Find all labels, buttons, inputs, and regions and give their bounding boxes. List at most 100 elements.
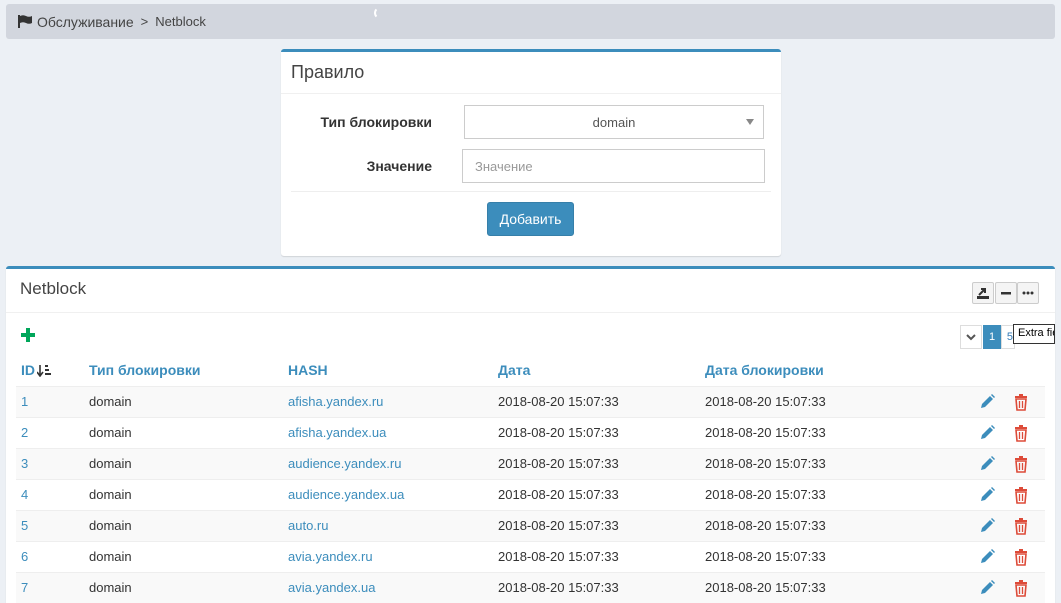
cell-actions <box>970 509 1045 541</box>
loading-spinner-icon <box>374 7 386 19</box>
cell-id[interactable]: 2 <box>16 416 84 448</box>
collapse-button[interactable] <box>995 282 1017 304</box>
cell-hash: auto.ru <box>283 509 493 541</box>
value-input[interactable] <box>462 149 765 183</box>
column-header-date[interactable]: Дата <box>493 354 700 387</box>
cell-hash: avia.yandex.ua <box>283 571 493 603</box>
cell-block-type: domain <box>84 447 283 479</box>
cell-id[interactable]: 3 <box>16 447 84 479</box>
chevron-down-icon <box>746 119 754 125</box>
cell-date: 2018-08-20 15:07:33 <box>493 540 700 572</box>
row-id-link[interactable]: 6 <box>21 549 28 564</box>
cell-block-type: domain <box>84 509 283 541</box>
cell-actions <box>970 571 1045 603</box>
flag-icon <box>18 15 32 28</box>
breadcrumb-current: Netblock <box>155 14 206 29</box>
row-id-link[interactable]: 3 <box>21 456 28 471</box>
row-id-link[interactable]: 7 <box>21 580 28 595</box>
cell-block-type: domain <box>84 478 283 510</box>
cell-hash: audience.yandex.ru <box>283 447 493 479</box>
row-id-link[interactable]: 4 <box>21 487 28 502</box>
cell-block-date: 2018-08-20 15:07:33 <box>700 416 970 448</box>
cell-id[interactable]: 5 <box>16 509 84 541</box>
cell-block-type: domain <box>84 416 283 448</box>
column-header-block-date[interactable]: Дата блокировки <box>700 354 970 387</box>
delete-trash-icon[interactable] <box>1012 424 1030 442</box>
row-id-link[interactable]: 5 <box>21 518 28 533</box>
cell-hash: avia.yandex.ru <box>283 540 493 572</box>
table-row: 6 domain avia.yandex.ru 2018-08-20 15:07:33… <box>16 540 1045 572</box>
export-button[interactable] <box>972 282 994 304</box>
delete-trash-icon[interactable] <box>1012 579 1030 597</box>
cell-block-date: 2018-08-20 15:07:33 <box>700 540 970 572</box>
edit-pencil-icon[interactable] <box>978 486 996 504</box>
more-options-button[interactable] <box>1017 282 1039 304</box>
edit-pencil-icon[interactable] <box>978 393 996 411</box>
cell-date: 2018-08-20 15:07:33 <box>493 447 700 479</box>
row-hash-link[interactable]: audience.yandex.ua <box>288 487 404 502</box>
edit-pencil-icon[interactable] <box>978 548 996 566</box>
cell-date: 2018-08-20 15:07:33 <box>493 478 700 510</box>
table-row: 3 domain audience.yandex.ru 2018-08-20 15:0… <box>16 447 1045 479</box>
cell-hash: audience.yandex.ua <box>283 478 493 510</box>
page-size-dropdown[interactable] <box>960 325 982 349</box>
column-header-block-type[interactable]: Тип блокировки <box>84 354 283 387</box>
cell-id[interactable]: 7 <box>16 571 84 603</box>
sort-desc-icon <box>37 365 51 378</box>
row-hash-link[interactable]: afisha.yandex.ua <box>288 425 386 440</box>
edit-pencil-icon[interactable] <box>978 424 996 442</box>
cell-hash: afisha.yandex.ru <box>283 385 493 417</box>
row-hash-link[interactable]: audience.yandex.ru <box>288 456 401 471</box>
cell-actions <box>970 416 1045 448</box>
column-header-id[interactable]: ID <box>16 354 84 387</box>
table-row: 7 domain avia.yandex.ua 2018-08-20 15:07:33… <box>16 571 1045 603</box>
delete-trash-icon[interactable] <box>1012 517 1030 535</box>
row-hash-link[interactable]: afisha.yandex.ru <box>288 394 383 409</box>
cell-block-date: 2018-08-20 15:07:33 <box>700 571 970 603</box>
table-header-row: ID Тип блокировки HASH Дата Дата блокиро… <box>16 354 1045 387</box>
row-hash-link[interactable]: avia.yandex.ru <box>288 549 373 564</box>
row-id-link[interactable]: 1 <box>21 394 28 409</box>
block-type-selected-value: domain <box>592 114 636 130</box>
row-hash-link[interactable]: avia.yandex.ua <box>288 580 375 595</box>
cell-actions <box>970 447 1045 479</box>
page-button-current[interactable]: 1 <box>983 325 1001 349</box>
cell-id[interactable]: 6 <box>16 540 84 572</box>
cell-id[interactable]: 4 <box>16 478 84 510</box>
edit-pencil-icon[interactable] <box>978 579 996 597</box>
edit-pencil-icon[interactable] <box>978 517 996 535</box>
cell-id[interactable]: 1 <box>16 385 84 417</box>
export-icon <box>977 288 989 299</box>
add-button[interactable]: Добавить <box>487 202 574 236</box>
cell-actions <box>970 478 1045 510</box>
netblock-panel: Netblock 1 5 Extra fields ID Тип блокиро… <box>6 266 1055 603</box>
extra-fields-tooltip: Extra fields <box>1013 324 1055 344</box>
cell-date: 2018-08-20 15:07:33 <box>493 416 700 448</box>
column-header-hash[interactable]: HASH <box>283 354 493 387</box>
delete-trash-icon[interactable] <box>1012 486 1030 504</box>
block-type-select[interactable]: domain <box>464 105 764 139</box>
table-row: 2 domain afisha.yandex.ua 2018-08-20 15:07:… <box>16 416 1045 448</box>
netblock-table: ID Тип блокировки HASH Дата Дата блокиро… <box>16 354 1045 603</box>
column-header-actions <box>970 354 1045 387</box>
cell-block-type: domain <box>84 571 283 603</box>
breadcrumb-separator: > <box>140 14 149 29</box>
cell-block-type: domain <box>84 540 283 572</box>
delete-trash-icon[interactable] <box>1012 548 1030 566</box>
value-label: Значение <box>366 158 432 174</box>
cell-block-type: domain <box>84 385 283 417</box>
table-row: 4 domain audience.yandex.ua 2018-08-20 15:0… <box>16 478 1045 510</box>
row-hash-link[interactable]: auto.ru <box>288 518 328 533</box>
add-row-plus-icon[interactable] <box>21 328 35 342</box>
edit-pencil-icon[interactable] <box>978 455 996 473</box>
form-divider <box>291 191 771 192</box>
cell-actions <box>970 540 1045 572</box>
row-id-link[interactable]: 2 <box>21 425 28 440</box>
delete-trash-icon[interactable] <box>1012 393 1030 411</box>
cell-block-date: 2018-08-20 15:07:33 <box>700 447 970 479</box>
breadcrumb-parent[interactable]: Обслуживание <box>37 14 134 30</box>
delete-trash-icon[interactable] <box>1012 455 1030 473</box>
block-type-label: Тип блокировки <box>320 114 432 130</box>
breadcrumb: Обслуживание > Netblock <box>6 4 1055 39</box>
cell-block-date: 2018-08-20 15:07:33 <box>700 509 970 541</box>
